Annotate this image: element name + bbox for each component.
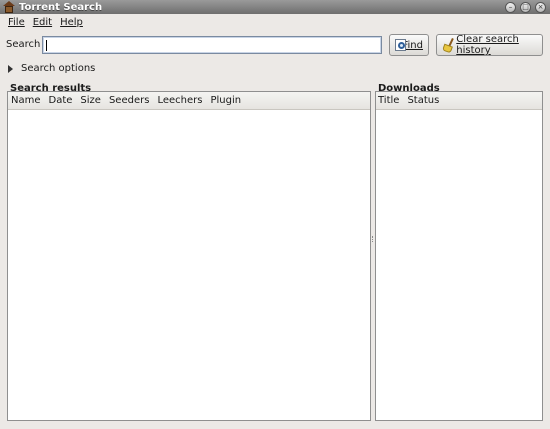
app-house-icon [3, 1, 15, 13]
column-size[interactable]: Size [76, 95, 105, 106]
downloads-table[interactable]: Title Status [375, 91, 543, 421]
column-plugin[interactable]: Plugin [206, 95, 245, 106]
column-name[interactable]: Name [8, 95, 45, 106]
search-row: Search Find Clear search history [0, 33, 550, 57]
menu-help[interactable]: Help [56, 17, 87, 28]
clear-button-label: Clear search history [456, 34, 519, 56]
column-status[interactable]: Status [403, 95, 443, 106]
menu-file[interactable]: File [4, 17, 29, 28]
downloads-column-header: Title Status [376, 92, 542, 110]
close-icon[interactable]: × [535, 1, 546, 13]
menu-bar: File Edit Help [0, 14, 550, 31]
window-title: Torrent Search [19, 1, 103, 13]
search-options-expander[interactable]: Search options [8, 63, 95, 74]
results-column-header: Name Date Size Seeders Leechers Plugin [8, 92, 370, 110]
search-results-table[interactable]: Name Date Size Seeders Leechers Plugin [7, 91, 371, 421]
pane-divider-handle[interactable] [372, 236, 374, 242]
menu-edit[interactable]: Edit [29, 17, 56, 28]
search-label: Search [6, 39, 41, 50]
clear-search-history-button[interactable]: Clear search history [436, 34, 543, 56]
maximize-icon[interactable]: □ [520, 1, 531, 13]
menu-file-label: File [8, 17, 25, 28]
search-options-label: Search options [21, 63, 96, 74]
expander-right-icon [8, 64, 13, 73]
menu-edit-label: Edit [32, 17, 53, 28]
column-date[interactable]: Date [45, 95, 77, 106]
search-input[interactable] [42, 36, 382, 54]
column-seeders[interactable]: Seeders [105, 95, 153, 106]
column-leechers[interactable]: Leechers [153, 95, 206, 106]
minimize-icon[interactable]: – [505, 1, 516, 13]
find-button[interactable]: Find [389, 34, 429, 56]
column-title[interactable]: Title [376, 95, 403, 106]
find-icon [395, 38, 406, 52]
menu-help-label: Help [60, 17, 83, 28]
title-bar[interactable]: Torrent Search – □ × [0, 0, 550, 14]
broom-icon [442, 37, 454, 54]
window-controls: – □ × [505, 1, 546, 13]
text-cursor [46, 40, 47, 51]
